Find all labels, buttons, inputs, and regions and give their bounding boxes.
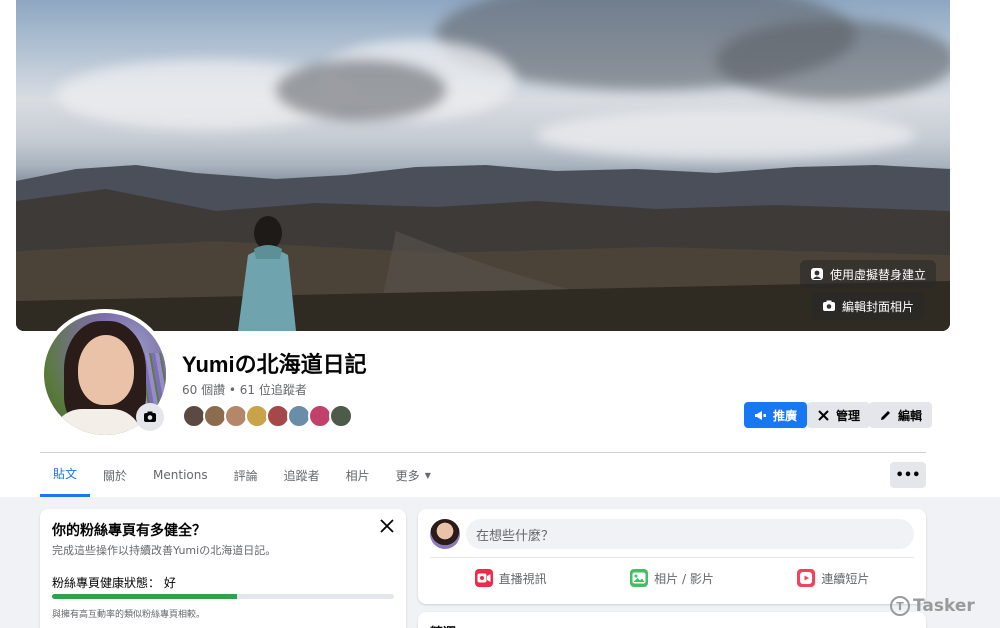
post-composer: 在想些什麼？ 直播視訊 相片 / 影片 連續短片 [418,509,926,604]
tab-photos[interactable]: 相片 [333,453,383,497]
mountain-landscape [16,165,950,331]
tab-posts[interactable]: 貼文 [40,453,91,497]
health-title: 你的粉絲專頁有多健全？ [52,523,206,539]
featured-section: 精選 [418,612,926,628]
tasker-watermark: T Tasker [890,596,975,616]
health-progress-bar [52,594,394,599]
reels-icon [797,569,816,587]
tab-reviews[interactable]: 評論 [221,453,271,497]
manage-label: 管理 [836,408,861,423]
tasker-logo-icon: T [890,596,910,616]
photo-icon [630,569,649,587]
person-silhouette [238,216,296,331]
health-status: 粉絲專頁健康狀態： 好 [52,576,176,590]
tab-more[interactable]: 更多 ▼ [383,453,444,497]
promote-button[interactable]: 推廣 [744,402,808,428]
cloud [276,60,446,120]
edit-cover-label: 編輯封面相片 [842,299,915,314]
avatar-face [78,335,134,405]
composer-divider [430,557,914,558]
tab-followers[interactable]: 追蹤者 [271,453,333,497]
health-subtitle: 完成這些操作以持續改善Yumiの北海道日記。 [52,544,277,557]
video-camera-icon [474,569,493,587]
avatar-shirt [52,409,142,435]
close-icon[interactable] [380,517,394,538]
reels-button[interactable]: 連續短片 [753,563,914,593]
megaphone-icon [755,410,766,420]
cover-photo[interactable]: 使用虛擬替身建立 編輯封面相片 [16,0,950,331]
cloud [716,20,950,100]
camera-icon [144,411,156,422]
photo-video-button[interactable]: 相片 / 影片 [591,563,752,593]
create-avatar-label: 使用虛擬替身建立 [830,267,927,282]
featured-title: 精選 [430,622,456,628]
cloud [536,110,916,160]
edit-label: 編輯 [898,408,923,423]
page-title: Yumiの北海道日記 [182,352,367,377]
pencil-icon [881,410,890,420]
tools-icon [818,409,829,421]
page-health-card: 你的粉絲專頁有多健全？ 完成這些操作以持續改善Yumiの北海道日記。 粉絲專頁健… [40,509,406,628]
more-options-button[interactable]: ••• [890,462,926,488]
post-input[interactable]: 在想些什麼？ [466,519,914,549]
tab-about[interactable]: 關於 [90,453,140,497]
manage-button[interactable]: 管理 [807,402,871,428]
health-progress-fill [52,594,237,599]
live-video-button[interactable]: 直播視訊 [430,563,591,593]
create-avatar-button[interactable]: 使用虛擬替身建立 [800,260,937,288]
page-stats[interactable]: 60 個讚 • 61 位追蹤者 [182,381,307,398]
watermark-text: Tasker [913,596,975,616]
photo-video-label: 相片 / 影片 [654,571,714,586]
live-video-label: 直播視訊 [498,571,547,586]
edit-button[interactable]: 編輯 [869,402,933,428]
camera-icon [822,299,836,313]
composer-avatar[interactable] [430,519,460,549]
reels-label: 連續短片 [821,571,870,586]
follower-avatar[interactable] [329,404,353,428]
avatar-icon [810,267,824,281]
update-avatar-button[interactable] [136,403,164,431]
tab-more-label: 更多 [395,468,420,483]
health-note: 與擁有高互動率的類似粉絲專頁相較。 [52,610,206,620]
page-tabs: 貼文 關於 Mentions 評論 追蹤者 相片 更多 ▼ [40,453,444,497]
promote-label: 推廣 [773,408,798,423]
follower-avatars[interactable] [182,404,353,428]
tab-mentions[interactable]: Mentions [140,453,221,497]
caret-down-icon: ▼ [424,470,431,480]
edit-cover-button[interactable]: 編輯封面相片 [812,292,925,320]
